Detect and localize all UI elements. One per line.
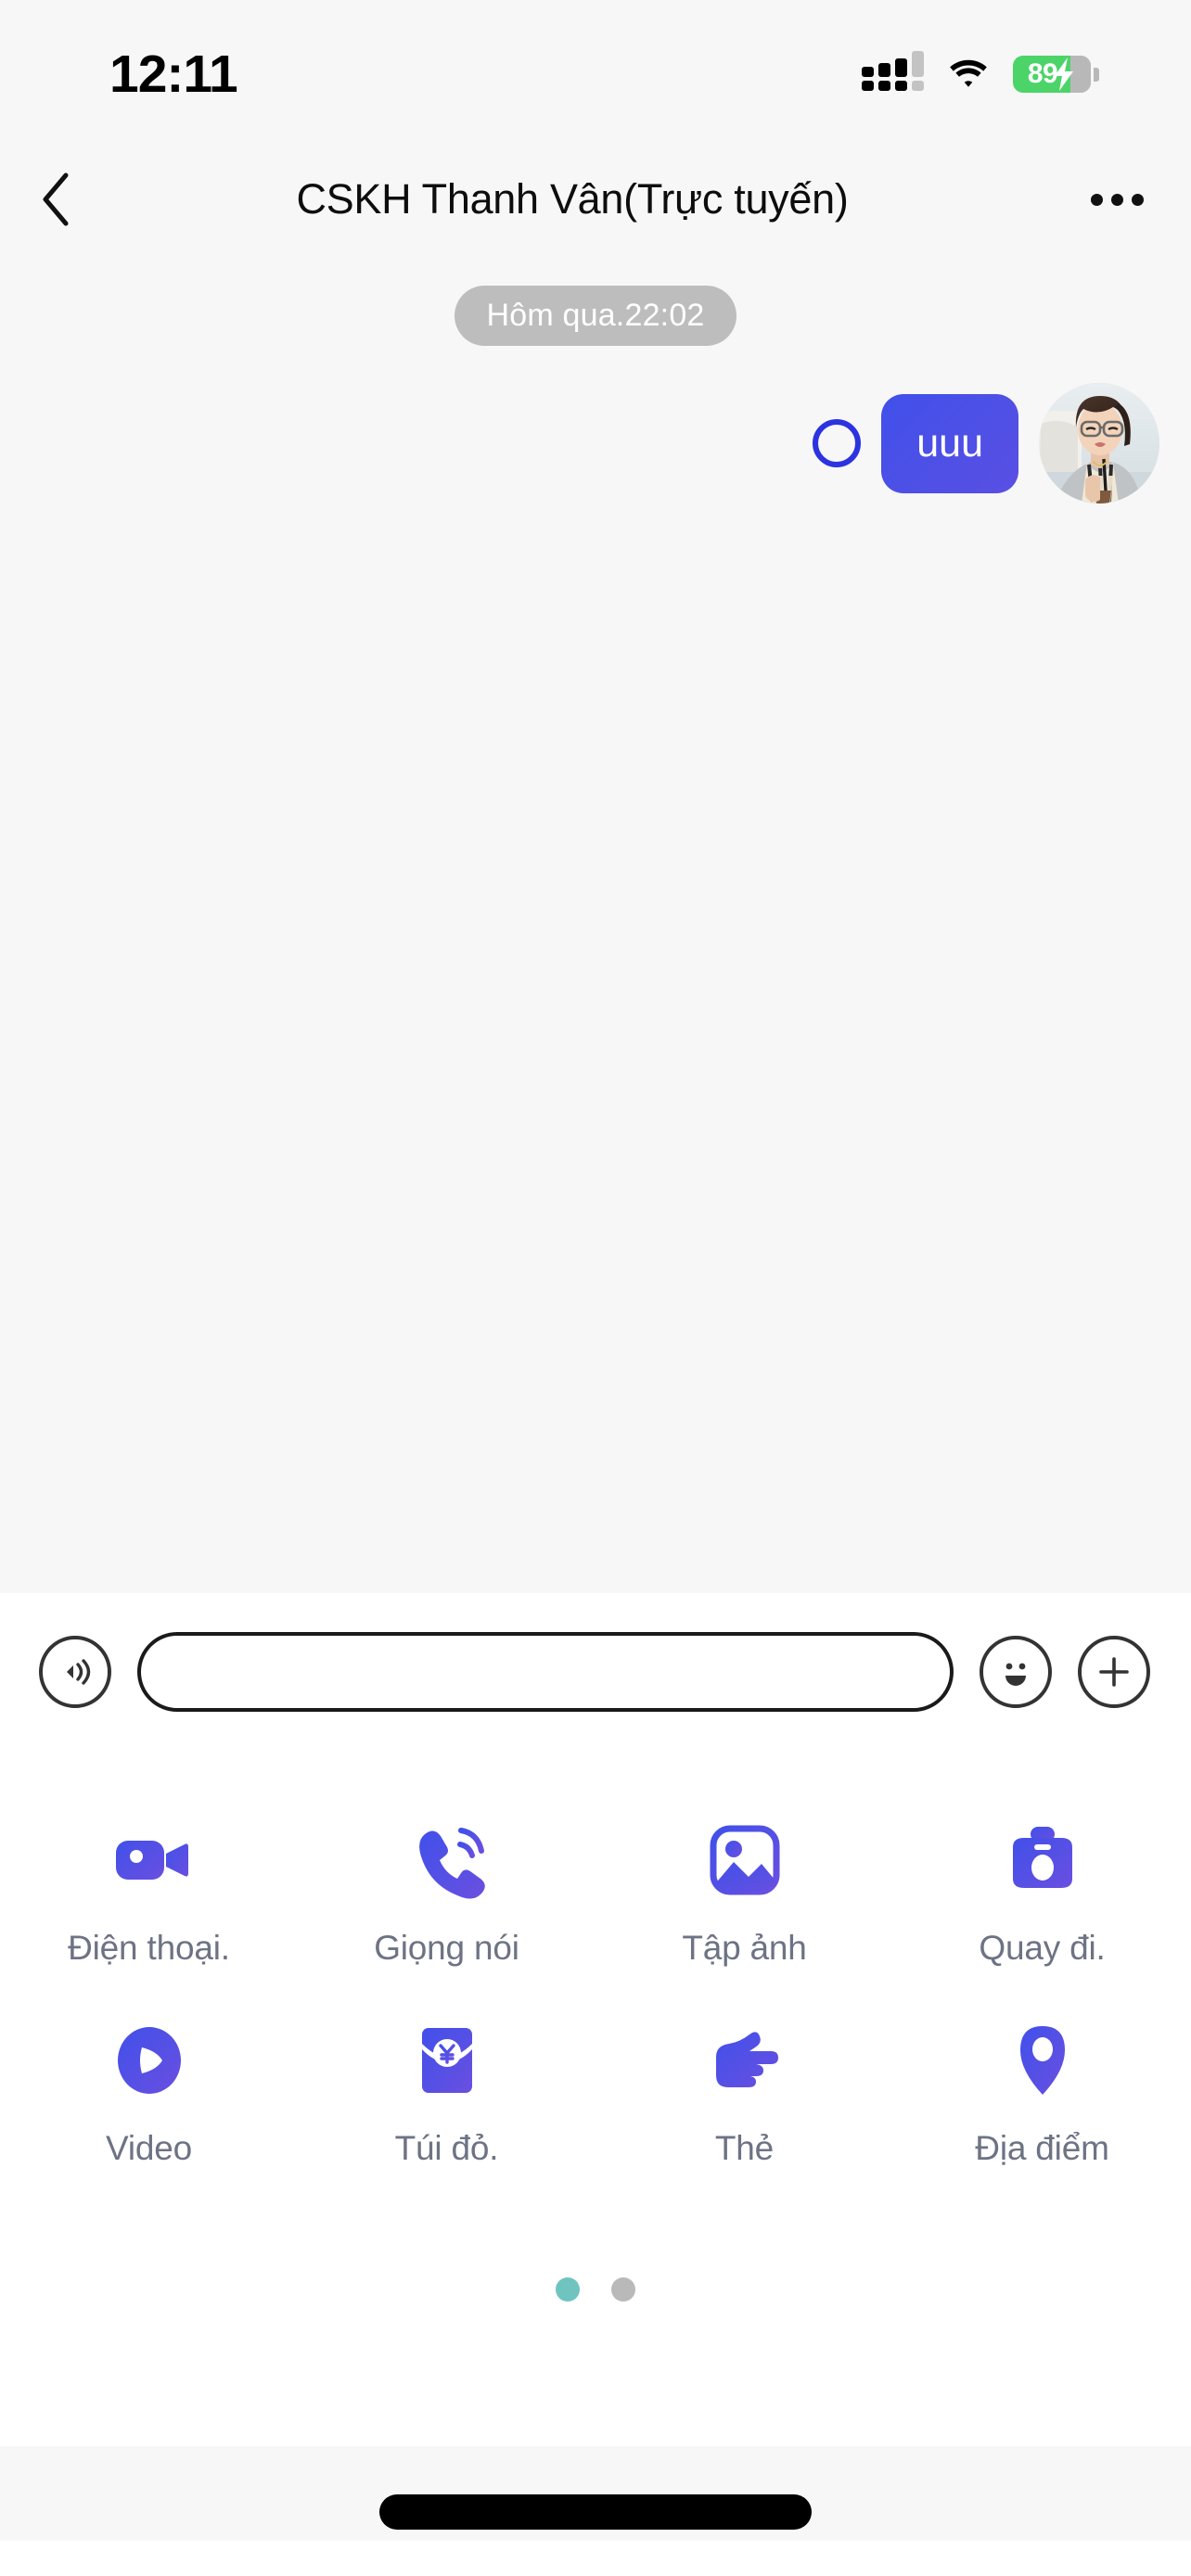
plus-circle-icon: [1099, 1657, 1129, 1687]
action-label: Tập ảnh: [682, 1929, 807, 1967]
message-row: uuu: [0, 383, 1191, 504]
charging-bolt-icon: [1055, 57, 1074, 91]
pending-ring-icon: [813, 419, 862, 467]
status-indicators: 89: [862, 51, 1099, 93]
red-envelope-icon: [399, 2012, 495, 2109]
video-camera-icon: [101, 1812, 198, 1908]
home-area: [0, 2541, 1191, 2576]
status-bar: 12:11 89: [0, 0, 1191, 148]
action-label: Túi đỏ.: [394, 2129, 499, 2167]
pointing-hand-icon: [697, 2012, 793, 2109]
phone-call-icon: [399, 1812, 495, 1908]
action-item-location[interactable]: Địa điểm: [893, 1992, 1191, 2192]
home-indicator[interactable]: [379, 2494, 812, 2530]
message-input[interactable]: [137, 1632, 954, 1712]
action-label: Thẻ: [714, 2129, 775, 2167]
input-bar: [0, 1593, 1191, 1751]
action-label: Điện thoại.: [68, 1929, 230, 1967]
action-item-phone[interactable]: Điện thoại.: [0, 1792, 298, 1992]
action-item-camera[interactable]: Quay đi.: [893, 1792, 1191, 1992]
more-horizontal-icon: [1131, 193, 1144, 206]
more-horizontal-icon: [1110, 193, 1123, 206]
action-label: Giọng nói: [374, 1929, 519, 1967]
add-attachment-button[interactable]: [1078, 1636, 1150, 1708]
action-label: Video: [106, 2129, 192, 2167]
action-row-2: Video Túi đỏ. Thẻ Địa điểm: [0, 1992, 1191, 2192]
map-pin-icon: [994, 2012, 1091, 2109]
action-item-voice[interactable]: Giọng nói: [298, 1792, 596, 1992]
page-title: CSKH Thanh Vân(Trực tuyến): [296, 175, 849, 223]
voice-wave-icon: [67, 1659, 91, 1685]
avatar[interactable]: [1039, 383, 1159, 504]
action-item-album[interactable]: Tập ảnh: [596, 1792, 893, 1992]
battery-charging-icon: 89: [1013, 56, 1099, 93]
action-grid: Điện thoại. Giọng nói Tập ảnh Quay đi. V…: [0, 1751, 1191, 2302]
chat-screen: 12:11 89 CSKH Thanh Vân(Trực tuyến) Hôm …: [0, 0, 1191, 2576]
voice-input-button[interactable]: [39, 1636, 111, 1708]
more-options-button[interactable]: [1061, 148, 1191, 250]
action-row-1: Điện thoại. Giọng nói Tập ảnh Quay đi.: [0, 1792, 1191, 1992]
photo-gallery-icon: [697, 1812, 793, 1908]
nav-header: CSKH Thanh Vân(Trực tuyến): [0, 148, 1191, 250]
action-item-card[interactable]: Thẻ: [596, 1992, 893, 2192]
camera-icon: [994, 1812, 1091, 1908]
page-dot-active[interactable]: [556, 2277, 580, 2302]
emoji-button[interactable]: [980, 1636, 1052, 1708]
smiley-face-icon: [1005, 1663, 1026, 1686]
message-list[interactable]: Hôm qua.22:02 uuu: [0, 250, 1191, 1593]
play-circle-icon: [101, 2012, 198, 2109]
action-item-video[interactable]: Video: [0, 1992, 298, 2192]
avatar-photo: [1039, 383, 1159, 504]
action-item-red-envelope[interactable]: Túi đỏ.: [298, 1992, 596, 2192]
message-timestamp: Hôm qua.22:02: [455, 286, 736, 346]
timestamp-row: Hôm qua.22:02: [0, 286, 1191, 346]
message-bubble[interactable]: uuu: [881, 393, 1018, 493]
page-dot-inactive[interactable]: [611, 2277, 635, 2302]
status-time: 12:11: [109, 45, 238, 104]
more-horizontal-icon: [1090, 193, 1103, 206]
page-indicator: [0, 2277, 1191, 2302]
action-label: Quay đi.: [979, 1929, 1106, 1967]
wifi-icon: [950, 59, 987, 87]
cellular-signal-icon: [862, 51, 924, 91]
action-label: Địa điểm: [975, 2129, 1109, 2167]
input-panel: Điện thoại. Giọng nói Tập ảnh Quay đi. V…: [0, 1593, 1191, 2446]
chevron-left-icon: [43, 172, 69, 226]
